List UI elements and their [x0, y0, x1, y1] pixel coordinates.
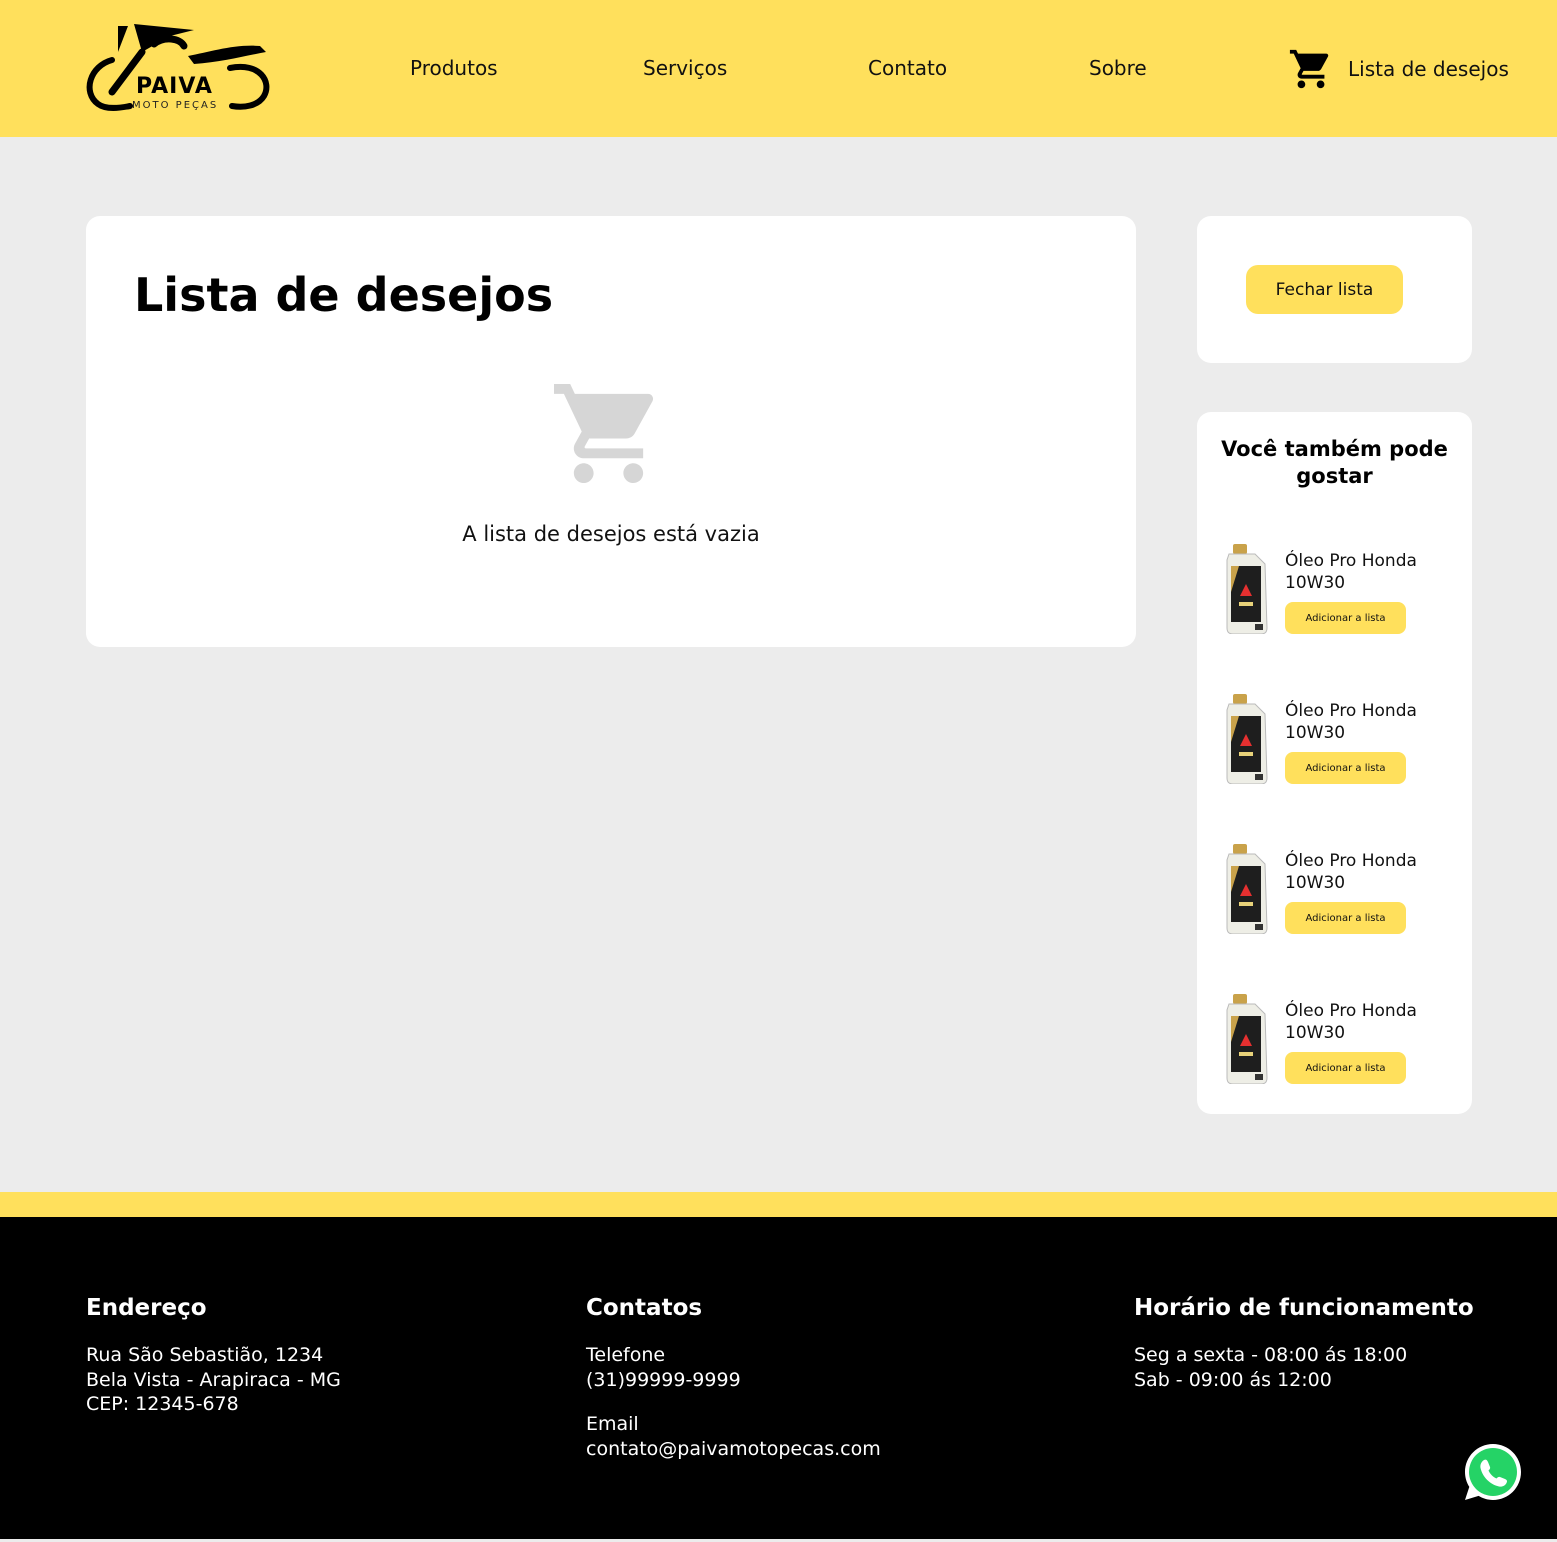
- recommendations-title: Você também pode gostar: [1197, 436, 1472, 490]
- footer-hours: Horário de funcionamento Seg a sexta - 0…: [1134, 1295, 1474, 1392]
- product-name: Óleo Pro Honda 10W30: [1285, 1000, 1460, 1044]
- hours-line2: Sab - 09:00 ás 12:00: [1134, 1368, 1332, 1391]
- nav-servicos[interactable]: Serviços: [643, 56, 727, 80]
- product-name-line2: 10W30: [1285, 573, 1346, 593]
- product-name: Óleo Pro Honda 10W30: [1285, 700, 1460, 744]
- address-title: Endereço: [86, 1295, 207, 1321]
- product-name-line2: 10W30: [1285, 723, 1346, 743]
- oil-bottle-icon: [1226, 994, 1268, 1084]
- hours-line1: Seg a sexta - 08:00 ás 18:00: [1134, 1344, 1408, 1366]
- footer-address: Endereço Rua São Sebastião, 1234 Bela Vi…: [86, 1295, 341, 1417]
- product-name-line1: Óleo Pro Honda: [1285, 551, 1417, 571]
- footer-contacts: Contatos Telefone (31)99999-9999 Email c…: [586, 1295, 881, 1461]
- recommendations-title-line1: Você também pode: [1221, 437, 1448, 461]
- oil-bottle-icon: [1226, 694, 1268, 784]
- close-list-button[interactable]: Fechar lista: [1246, 265, 1403, 314]
- recommendations-title-line2: gostar: [1296, 464, 1373, 488]
- close-panel: Fechar lista: [1197, 216, 1472, 363]
- hours-title: Horário de funcionamento: [1134, 1295, 1474, 1321]
- site-footer: Endereço Rua São Sebastião, 1234 Bela Vi…: [0, 1217, 1557, 1539]
- recommendation-item: Óleo Pro Honda 10W30 Adicionar a lista: [1197, 844, 1472, 944]
- phone-number[interactable]: (31)99999-9999: [586, 1368, 881, 1393]
- add-to-list-button[interactable]: Adicionar a lista: [1285, 602, 1406, 634]
- site-header: PAIVA MOTO PEÇAS Produtos Serviços Conta…: [0, 0, 1557, 137]
- logo-name: PAIVA: [136, 74, 213, 99]
- empty-message: A lista de desejos está vazia: [462, 522, 760, 546]
- recommendations-panel: Você também pode gostar Óleo Pro Honda 1…: [1197, 412, 1472, 1114]
- product-name: Óleo Pro Honda 10W30: [1285, 550, 1460, 594]
- product-name: Óleo Pro Honda 10W30: [1285, 850, 1460, 894]
- add-to-list-button[interactable]: Adicionar a lista: [1285, 752, 1406, 784]
- oil-bottle-icon: [1226, 844, 1268, 934]
- address-line1: Rua São Sebastião, 1234: [86, 1344, 324, 1366]
- oil-bottle-icon: [1226, 544, 1268, 634]
- empty-cart-icon: [554, 384, 654, 484]
- add-to-list-button[interactable]: Adicionar a lista: [1285, 902, 1406, 934]
- product-name-line2: 10W30: [1285, 873, 1346, 893]
- nav-contato[interactable]: Contato: [868, 56, 947, 80]
- recommendation-item: Óleo Pro Honda 10W30 Adicionar a lista: [1197, 994, 1472, 1094]
- brand-logo[interactable]: PAIVA MOTO PEÇAS: [84, 22, 272, 114]
- nav-wishlist[interactable]: Lista de desejos: [1288, 46, 1509, 92]
- nav-produtos[interactable]: Produtos: [410, 56, 498, 80]
- footer-stripe: [0, 1192, 1557, 1217]
- cart-icon: [1289, 49, 1329, 89]
- phone-label: Telefone: [586, 1344, 666, 1366]
- product-name-line1: Óleo Pro Honda: [1285, 1001, 1417, 1021]
- contacts-title: Contatos: [586, 1295, 703, 1321]
- recommendation-item: Óleo Pro Honda 10W30 Adicionar a lista: [1197, 694, 1472, 794]
- email-address[interactable]: contato@paivamotopecas.com: [586, 1437, 881, 1462]
- nav-sobre[interactable]: Sobre: [1089, 56, 1147, 80]
- recommendation-item: Óleo Pro Honda 10W30 Adicionar a lista: [1197, 544, 1472, 644]
- wishlist-label: Lista de desejos: [1348, 57, 1509, 81]
- wishlist-panel: Lista de desejos A lista de desejos está…: [86, 216, 1136, 647]
- product-name-line2: 10W30: [1285, 1023, 1346, 1043]
- add-to-list-button[interactable]: Adicionar a lista: [1285, 1052, 1406, 1084]
- logo-subtitle: MOTO PEÇAS: [132, 100, 219, 111]
- address-line2: Bela Vista - Arapiraca - MG: [86, 1368, 341, 1391]
- page-title: Lista de desejos: [134, 268, 554, 322]
- whatsapp-icon[interactable]: [1462, 1441, 1524, 1503]
- product-name-line1: Óleo Pro Honda: [1285, 701, 1417, 721]
- product-name-line1: Óleo Pro Honda: [1285, 851, 1417, 871]
- address-line3: CEP: 12345-678: [86, 1393, 239, 1415]
- email-label: Email: [586, 1413, 639, 1435]
